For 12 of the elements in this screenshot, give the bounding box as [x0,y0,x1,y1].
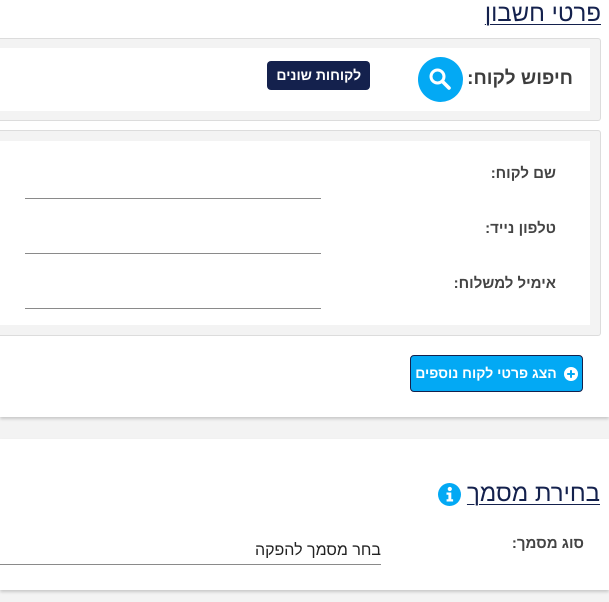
field-label: טלפון נייד: [485,219,556,239]
customer-type-badge: לקוחות שונים [267,61,370,90]
document-type-select[interactable]: בחר מסמך להפקה [0,529,381,565]
info-icon[interactable] [438,482,461,506]
search-icon[interactable] [418,57,464,102]
field-label: סוג מסמך: [510,534,584,554]
field-label: אימיל למשלוח: [454,274,556,294]
section-title: בחירת מסמך [466,480,600,508]
search-label: חיפוש לקוח: [467,67,573,92]
field-label: שם לקוח: [490,164,556,184]
section-title: פרטי חשבון [484,0,601,28]
plus-circle-icon [564,366,578,380]
